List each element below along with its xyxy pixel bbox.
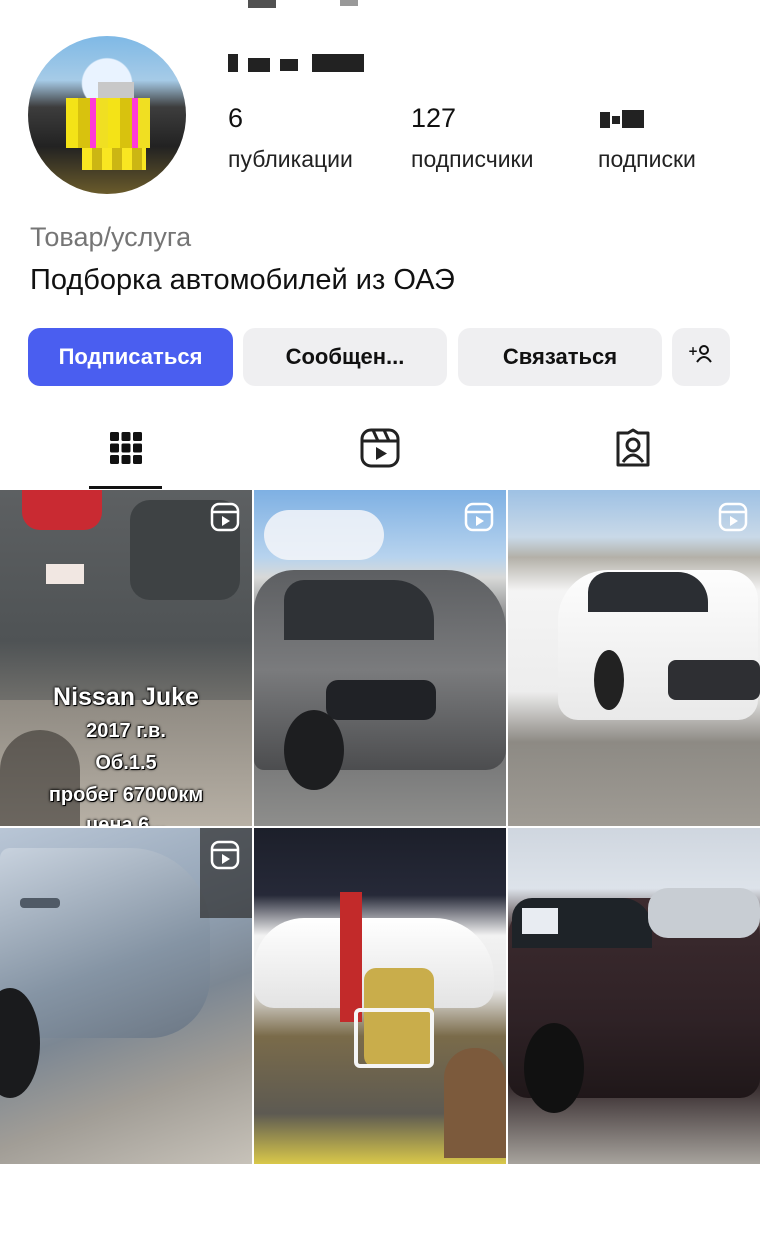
- reel-badge-icon: [210, 502, 240, 532]
- person: [444, 1048, 506, 1158]
- post-tile[interactable]: [0, 828, 252, 1164]
- active-tab-indicator: [89, 486, 162, 489]
- tab-grid[interactable]: [90, 410, 162, 490]
- car-door-handle: [20, 898, 60, 908]
- svg-text:+: +: [688, 344, 698, 358]
- post-overlay-line: пробег 67000км: [48, 784, 204, 806]
- car-wheel: [284, 710, 344, 790]
- avatar-pixelated-region: [82, 148, 146, 170]
- car-taillight: [22, 490, 102, 530]
- reels-icon: [359, 427, 401, 474]
- message-button[interactable]: Сообщен...: [243, 328, 447, 386]
- post-overlay-line: цена 6...: [86, 814, 166, 826]
- grid-icon: [108, 430, 144, 471]
- car-sticker: [46, 564, 84, 584]
- profile-tabs: [0, 410, 760, 490]
- post-overlay-title: Nissan Juke: [53, 683, 199, 711]
- car-grille: [668, 660, 760, 700]
- post-tile[interactable]: [508, 828, 760, 1164]
- car-headlight: [326, 680, 436, 720]
- add-user-icon: +: [688, 343, 714, 371]
- posts-label: публикации: [228, 146, 353, 172]
- followers-count: 127: [411, 103, 457, 133]
- profile-username-blurred: [228, 50, 368, 76]
- status-bar-blurred-text: [248, 0, 276, 8]
- person: [340, 892, 362, 1022]
- car-windshield: [284, 580, 434, 640]
- followers-label: подписчики: [411, 146, 534, 172]
- stat-posts[interactable]: 6 публикации: [228, 102, 353, 173]
- car-windshield: [588, 572, 708, 612]
- avatar-pixelated-region: [66, 98, 150, 148]
- status-bar-blurred-text: [340, 0, 358, 6]
- car-background: [648, 888, 760, 938]
- car-wheel: [594, 650, 624, 710]
- tab-tagged[interactable]: [597, 410, 669, 490]
- suggest-users-button[interactable]: +: [672, 328, 730, 386]
- post-tile[interactable]: [254, 490, 506, 826]
- post-tile[interactable]: Nissan Juke 2017 г.в. Об.1.5 пробег 6700…: [0, 490, 252, 826]
- shadow: [0, 730, 80, 826]
- tab-reels[interactable]: [344, 410, 416, 490]
- follow-button[interactable]: Подписаться: [28, 328, 233, 386]
- post-tile[interactable]: [508, 490, 760, 826]
- avatar-pixelated-region: [98, 82, 134, 98]
- reel-badge-icon: [718, 502, 748, 532]
- tagged-user-icon: [612, 427, 654, 474]
- profile-avatar[interactable]: [28, 36, 186, 194]
- status-bar: [0, 0, 760, 12]
- cloud: [264, 510, 384, 560]
- post-tile[interactable]: [254, 828, 506, 1164]
- following-count-blurred: [598, 102, 696, 134]
- profile-category: Товар/услуга: [30, 222, 192, 252]
- car-wheel: [524, 1023, 584, 1113]
- reel-badge-icon: [210, 840, 240, 870]
- following-label: подписки: [598, 146, 696, 172]
- car-paper-sign: [522, 908, 558, 934]
- posts-count: 6: [228, 103, 244, 133]
- profile-bio: Подборка автомобилей из ОАЭ: [30, 264, 455, 296]
- post-overlay-line: Об.1.5: [95, 752, 157, 774]
- reel-badge-icon: [464, 502, 494, 532]
- post-overlay-line: 2017 г.в.: [86, 720, 166, 742]
- chair: [354, 1008, 434, 1068]
- stat-following[interactable]: подписки: [598, 102, 696, 173]
- contact-button[interactable]: Связаться: [458, 328, 662, 386]
- stat-followers[interactable]: 127 подписчики: [411, 102, 533, 173]
